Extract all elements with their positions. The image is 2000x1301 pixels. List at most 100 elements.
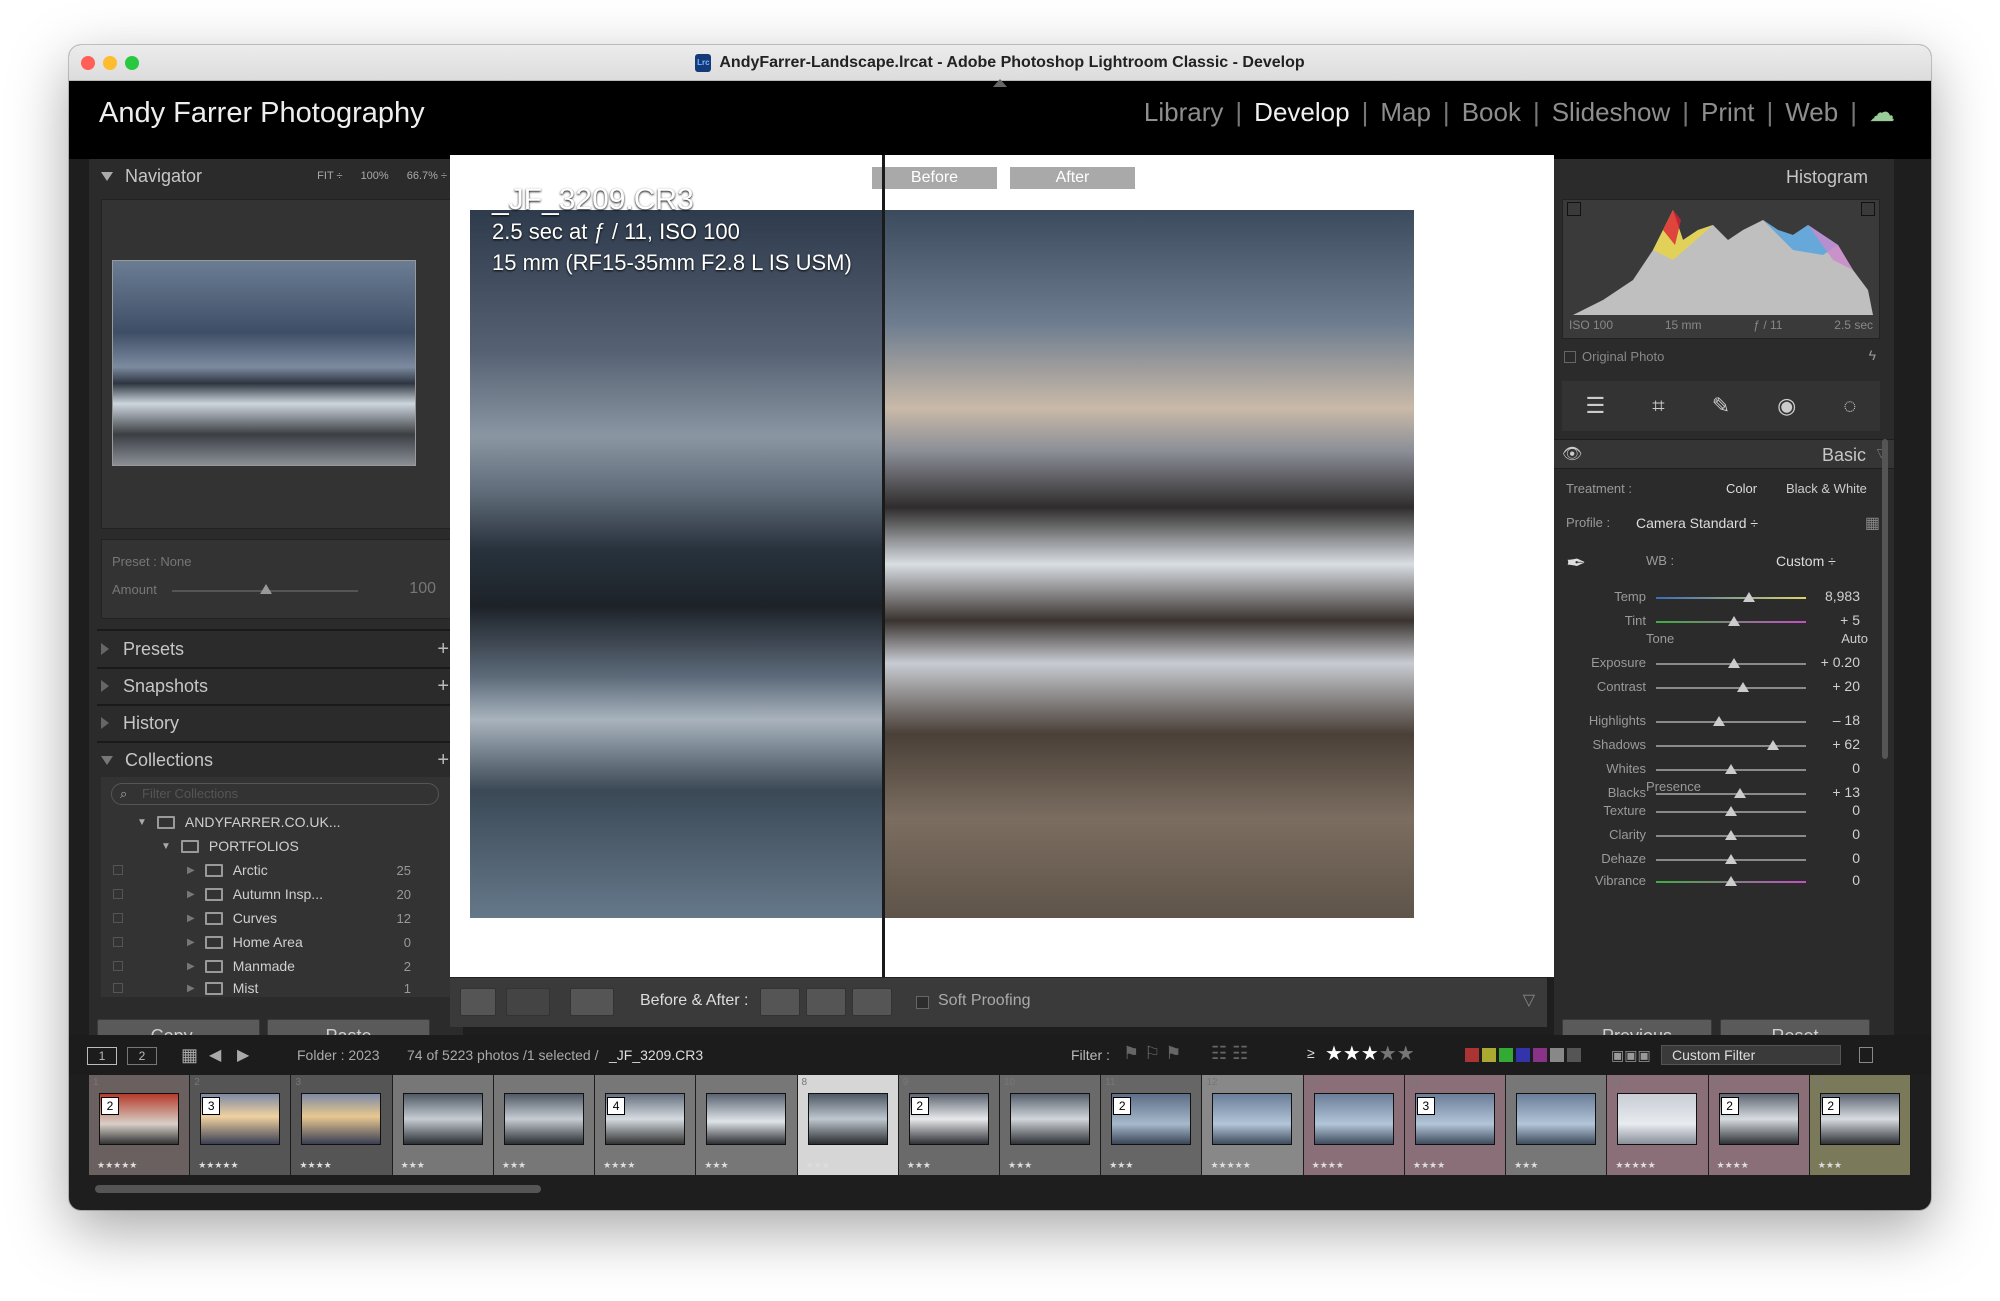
loupe-view-button[interactable]	[460, 988, 496, 1016]
navigator-thumbnail[interactable]	[112, 260, 416, 466]
lightning-icon[interactable]: ϟ	[1869, 347, 1876, 363]
slider-knob[interactable]	[1734, 788, 1746, 798]
slider-knob[interactable]	[1725, 854, 1737, 864]
slider-value[interactable]: 0	[1852, 826, 1860, 842]
slider-track[interactable]	[1656, 721, 1806, 723]
filmstrip-thumbnail[interactable]: 7 ★★★	[696, 1075, 798, 1175]
slider-knob[interactable]	[1728, 658, 1740, 668]
selected-filename[interactable]: _JF_3209.CR3	[609, 1047, 703, 1063]
slider-knob[interactable]	[1743, 592, 1755, 602]
thumbnail-image[interactable]	[1010, 1093, 1090, 1145]
slider-value[interactable]: + 62	[1832, 736, 1860, 752]
collection-item-arctic[interactable]: ▶ Arctic 25	[101, 859, 451, 881]
toolbar-menu-chevron-icon[interactable]: ▽	[1523, 990, 1535, 1010]
forward-arrow-icon[interactable]: ▶	[237, 1045, 249, 1065]
slider-value[interactable]: + 0.20	[1821, 654, 1860, 670]
history-expand-icon[interactable]	[101, 717, 109, 729]
back-arrow-icon[interactable]: ◀	[209, 1045, 221, 1065]
slider-value[interactable]: – 18	[1833, 712, 1860, 728]
original-photo-toggle[interactable]: Original Photo	[1564, 349, 1664, 364]
stack-count-badge[interactable]: 2	[1113, 1097, 1132, 1115]
right-panel-scrollbar[interactable]	[1882, 439, 1888, 759]
module-book[interactable]: Book	[1450, 97, 1533, 128]
slider-knob[interactable]	[1725, 876, 1737, 886]
red-eye-icon[interactable]: ◉	[1777, 393, 1796, 419]
histogram-title[interactable]: Histogram	[1786, 167, 1868, 188]
snapshots-expand-icon[interactable]	[101, 680, 109, 692]
history-panel-header[interactable]: History	[89, 706, 463, 740]
grid-view-icon[interactable]: ▦	[181, 1045, 198, 1066]
cloud-sync-icon[interactable]: ☁	[1857, 97, 1907, 128]
close-window-button[interactable]	[81, 56, 95, 70]
slider-knob[interactable]	[1725, 830, 1737, 840]
copy-before-to-after-button[interactable]	[760, 988, 800, 1016]
collection-set-portfolios[interactable]: ▼ PORTFOLIOS	[161, 835, 299, 857]
stack-count-badge[interactable]: 3	[202, 1097, 221, 1115]
flag-filters-icon[interactable]: ⚑ ⚐ ⚑	[1123, 1043, 1181, 1064]
slider-track[interactable]	[1656, 745, 1806, 747]
custom-filter-dropdown[interactable]: Custom Filter	[1661, 1045, 1841, 1065]
filmstrip-thumbnail[interactable]: 16 ★★★★★	[1607, 1075, 1709, 1175]
thumbnail-image[interactable]	[1313, 1093, 1394, 1145]
crop-icon[interactable]: ⌗	[1652, 393, 1664, 419]
tone-auto-button[interactable]: Auto	[1841, 631, 1868, 646]
stack-count-badge[interactable]: 4	[607, 1097, 626, 1115]
treatment-bw[interactable]: Black & White	[1786, 481, 1867, 496]
highlight-clipping-icon[interactable]	[1861, 202, 1875, 216]
filmstrip-thumbnail[interactable]: 1 ★★★★★ 2	[89, 1075, 191, 1175]
basic-panel-header[interactable]: 👁 Basic ▽	[1554, 439, 1894, 469]
filmstrip[interactable]: 1 ★★★★★ 2 2 ★★★★★ 3 3 ★★★★ 4 ★★★ 5 ★★★ 6 ★★★★ 4 7 ★★★ 8 ★★…	[89, 1075, 1911, 1175]
add-collection-button[interactable]: +	[437, 749, 449, 772]
collection-item-mist[interactable]: ▶ Mist 1	[101, 977, 451, 999]
slider-value[interactable]: + 13	[1832, 784, 1860, 800]
module-develop[interactable]: Develop	[1242, 97, 1361, 128]
zoom-100[interactable]: 100%	[361, 170, 389, 182]
wb-eyedropper-icon[interactable]: ✒	[1566, 549, 1586, 578]
filmstrip-thumbnail[interactable]: 12 ★★★★★	[1202, 1075, 1304, 1175]
stack-count-badge[interactable]: 2	[101, 1097, 119, 1115]
thumbnail-image[interactable]	[807, 1093, 888, 1145]
filmstrip-thumbnail[interactable]: 5 ★★★	[493, 1075, 596, 1175]
slider-knob[interactable]	[1728, 616, 1740, 626]
after-photo[interactable]	[884, 210, 1414, 918]
collections-collapse-icon[interactable]	[101, 755, 113, 765]
collection-item-curves[interactable]: ▶ Curves 12	[101, 907, 451, 929]
wb-dropdown[interactable]: Custom ÷	[1776, 553, 1836, 569]
thumbnail-image[interactable]	[503, 1093, 584, 1145]
filter-kind-icons[interactable]: ▣▣▣	[1611, 1047, 1651, 1064]
thumbnail-image[interactable]	[402, 1093, 483, 1145]
filmstrip-thumbnail[interactable]: 4 ★★★	[392, 1075, 494, 1175]
presets-expand-icon[interactable]	[101, 643, 109, 655]
thumbnail-image[interactable]	[301, 1093, 382, 1145]
rating-filter-stars[interactable]: ★★★★★	[1325, 1041, 1415, 1066]
thumbnail-image[interactable]	[1212, 1093, 1293, 1145]
main-window-button[interactable]: 1	[87, 1047, 117, 1065]
rating-operator[interactable]: ≥	[1307, 1045, 1315, 1061]
collections-panel-header[interactable]: Collections +	[89, 743, 463, 777]
filmstrip-thumbnail[interactable]: 9 ★★★ 2	[898, 1075, 1000, 1175]
treatment-color[interactable]: Color	[1726, 481, 1757, 496]
filmstrip-scrollbar[interactable]	[95, 1185, 541, 1193]
slider-track[interactable]	[1656, 687, 1806, 689]
before-after-mode-button[interactable]	[506, 988, 550, 1016]
module-web[interactable]: Web	[1773, 97, 1850, 128]
slider-value[interactable]: 8,983	[1825, 588, 1860, 604]
collection-item-autumn[interactable]: ▶ Autumn Insp... 20	[101, 883, 451, 905]
edit-sliders-icon[interactable]: ☰	[1586, 393, 1606, 419]
navigator-collapse-icon[interactable]	[101, 171, 113, 181]
amount-slider-knob[interactable]	[260, 584, 272, 594]
secondary-window-button[interactable]: 2	[127, 1047, 157, 1065]
filmstrip-thumbnail[interactable]: 15 ★★★	[1506, 1075, 1608, 1175]
folder-label[interactable]: Folder : 2023	[297, 1047, 380, 1063]
thumbnail-image[interactable]	[706, 1093, 787, 1145]
visibility-eye-icon[interactable]: 👁	[1562, 444, 1582, 464]
slider-value[interactable]: + 20	[1832, 678, 1860, 694]
slider-knob[interactable]	[1737, 682, 1749, 692]
module-library[interactable]: Library	[1132, 97, 1235, 128]
slider-value[interactable]: 0	[1852, 760, 1860, 776]
filmstrip-thumbnail[interactable]: 2 ★★★★★ 3	[190, 1075, 292, 1175]
add-preset-button[interactable]: +	[437, 638, 449, 661]
filmstrip-thumbnail[interactable]: 11 ★★★ 2	[1101, 1075, 1203, 1175]
navigator-preview[interactable]	[101, 199, 451, 529]
slider-value[interactable]: 0	[1852, 850, 1860, 866]
